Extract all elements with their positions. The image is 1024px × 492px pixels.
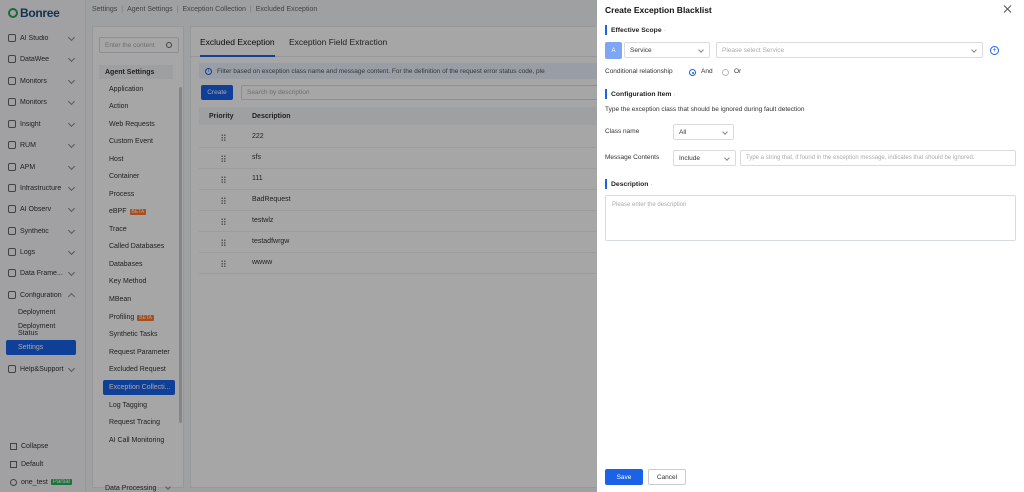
service-select[interactable]: Please select Service — [716, 42, 983, 58]
chevron-down-icon — [971, 47, 977, 53]
and-label[interactable]: And — [701, 68, 713, 75]
chevron-down-icon — [724, 155, 730, 161]
and-radio[interactable] — [689, 69, 696, 76]
scope-type-value: Service — [630, 46, 652, 54]
drawer-title: Create Exception Blacklist — [605, 5, 712, 15]
scope-type-select[interactable]: Service — [624, 42, 710, 58]
effective-scope-heading: Effective Scope · — [605, 25, 666, 35]
message-contents-label: Message Contents — [605, 154, 660, 161]
required-mark: · — [663, 26, 666, 34]
close-icon[interactable] — [1003, 4, 1012, 13]
add-condition-icon[interactable]: + — [990, 46, 999, 55]
save-button[interactable]: Save — [605, 469, 643, 485]
create-exception-drawer: Create Exception Blacklist Effective Sco… — [597, 0, 1024, 492]
required-mark: · — [673, 90, 676, 98]
message-contents-input[interactable]: Type a string that, if found in the exce… — [740, 150, 1016, 166]
section-label: Configuration Item — [611, 90, 672, 98]
message-placeholder: Type a string that, if found in the exce… — [746, 155, 975, 161]
chevron-down-icon — [698, 47, 704, 53]
scope-condition-tag: A — [605, 42, 622, 59]
configuration-hint: Type the exception class that should be … — [605, 106, 805, 113]
conditional-relationship-label: Conditional relationship — [605, 68, 673, 75]
section-label: Description — [611, 180, 649, 188]
description-heading: Description · — [605, 179, 653, 189]
class-name-value: All — [679, 128, 687, 136]
section-label: Effective Scope — [611, 26, 662, 34]
or-radio[interactable] — [722, 69, 729, 76]
or-label[interactable]: Or — [734, 68, 741, 75]
class-name-select[interactable]: All — [673, 124, 734, 140]
message-match-select[interactable]: Include — [673, 150, 736, 166]
description-textarea[interactable]: Please enter the description — [605, 195, 1016, 241]
required-mark: · — [650, 180, 653, 188]
service-placeholder: Please select Service — [722, 46, 785, 54]
cancel-button[interactable]: Cancel — [648, 469, 686, 485]
chevron-down-icon — [722, 129, 728, 135]
message-match-value: Include — [679, 154, 700, 162]
configuration-item-heading: Configuration Item · — [605, 89, 676, 99]
class-name-label: Class name — [605, 128, 640, 135]
